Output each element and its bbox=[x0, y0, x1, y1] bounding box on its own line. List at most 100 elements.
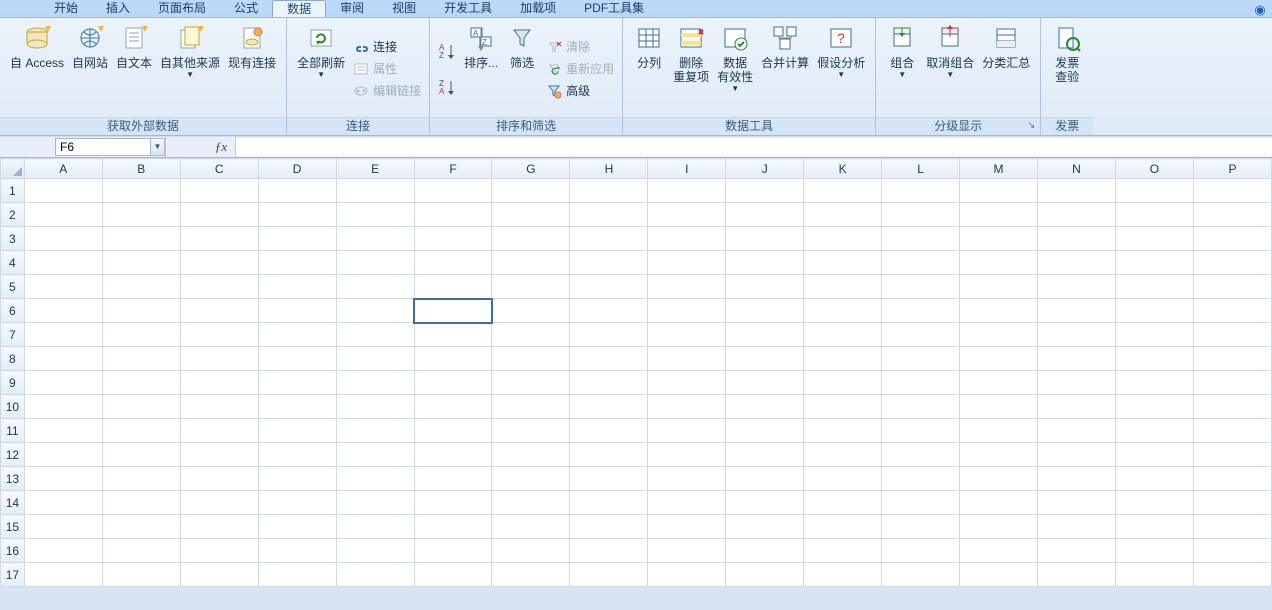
cell-D1[interactable] bbox=[258, 179, 336, 203]
cell-P15[interactable] bbox=[1193, 515, 1271, 539]
row-header-7[interactable]: 7 bbox=[1, 323, 25, 347]
cell-M7[interactable] bbox=[960, 323, 1038, 347]
col-header-M[interactable]: M bbox=[960, 159, 1038, 179]
cell-C16[interactable] bbox=[180, 539, 258, 563]
cell-M1[interactable] bbox=[960, 179, 1038, 203]
cell-F6[interactable] bbox=[414, 299, 492, 323]
cell-C8[interactable] bbox=[180, 347, 258, 371]
cell-N17[interactable] bbox=[1038, 563, 1116, 587]
cell-D16[interactable] bbox=[258, 539, 336, 563]
cell-B4[interactable] bbox=[102, 251, 180, 275]
cell-F16[interactable] bbox=[414, 539, 492, 563]
cell-H7[interactable] bbox=[570, 323, 648, 347]
cell-P10[interactable] bbox=[1193, 395, 1271, 419]
btn-4-1[interactable]: 取消组合 ▼ bbox=[922, 20, 978, 117]
cell-H10[interactable] bbox=[570, 395, 648, 419]
row-header-2[interactable]: 2 bbox=[1, 203, 25, 227]
cell-D7[interactable] bbox=[258, 323, 336, 347]
cell-I1[interactable] bbox=[648, 179, 726, 203]
cell-N1[interactable] bbox=[1038, 179, 1116, 203]
cell-A12[interactable] bbox=[24, 443, 102, 467]
cell-H6[interactable] bbox=[570, 299, 648, 323]
cell-P1[interactable] bbox=[1193, 179, 1271, 203]
cell-G2[interactable] bbox=[492, 203, 570, 227]
cell-C6[interactable] bbox=[180, 299, 258, 323]
cell-H12[interactable] bbox=[570, 443, 648, 467]
cell-K15[interactable] bbox=[804, 515, 882, 539]
cell-E10[interactable] bbox=[336, 395, 414, 419]
cell-N4[interactable] bbox=[1038, 251, 1116, 275]
tab-6[interactable]: 视图 bbox=[378, 0, 430, 17]
tab-7[interactable]: 开发工具 bbox=[430, 0, 506, 17]
cell-M9[interactable] bbox=[960, 371, 1038, 395]
cell-I13[interactable] bbox=[648, 467, 726, 491]
cell-M4[interactable] bbox=[960, 251, 1038, 275]
cell-D14[interactable] bbox=[258, 491, 336, 515]
cell-C17[interactable] bbox=[180, 563, 258, 587]
small-adv[interactable]: 高级 bbox=[544, 82, 616, 100]
cell-B16[interactable] bbox=[102, 539, 180, 563]
row-header-12[interactable]: 12 bbox=[1, 443, 25, 467]
col-header-B[interactable]: B bbox=[102, 159, 180, 179]
btn-2-1[interactable]: 筛选 bbox=[502, 20, 542, 117]
cell-D12[interactable] bbox=[258, 443, 336, 467]
cell-E4[interactable] bbox=[336, 251, 414, 275]
cell-L17[interactable] bbox=[882, 563, 960, 587]
cell-I3[interactable] bbox=[648, 227, 726, 251]
cell-F4[interactable] bbox=[414, 251, 492, 275]
row-header-10[interactable]: 10 bbox=[1, 395, 25, 419]
cell-B17[interactable] bbox=[102, 563, 180, 587]
cell-J6[interactable] bbox=[726, 299, 804, 323]
cell-O13[interactable] bbox=[1115, 467, 1193, 491]
cell-I4[interactable] bbox=[648, 251, 726, 275]
cell-I7[interactable] bbox=[648, 323, 726, 347]
spreadsheet-grid[interactable]: ABCDEFGHIJKLMNOP123456789101112131415161… bbox=[0, 158, 1272, 587]
cell-F8[interactable] bbox=[414, 347, 492, 371]
small-link[interactable]: 连接 bbox=[351, 38, 423, 56]
cell-P7[interactable] bbox=[1193, 323, 1271, 347]
row-header-13[interactable]: 13 bbox=[1, 467, 25, 491]
cell-G12[interactable] bbox=[492, 443, 570, 467]
cell-P12[interactable] bbox=[1193, 443, 1271, 467]
cell-F7[interactable] bbox=[414, 323, 492, 347]
cell-B9[interactable] bbox=[102, 371, 180, 395]
btn-0-2[interactable]: 自文本 bbox=[112, 20, 156, 117]
cell-H17[interactable] bbox=[570, 563, 648, 587]
cell-E13[interactable] bbox=[336, 467, 414, 491]
cell-J12[interactable] bbox=[726, 443, 804, 467]
row-header-3[interactable]: 3 bbox=[1, 227, 25, 251]
cell-P3[interactable] bbox=[1193, 227, 1271, 251]
col-header-G[interactable]: G bbox=[492, 159, 570, 179]
cell-D6[interactable] bbox=[258, 299, 336, 323]
cell-D17[interactable] bbox=[258, 563, 336, 587]
cell-D4[interactable] bbox=[258, 251, 336, 275]
cell-M13[interactable] bbox=[960, 467, 1038, 491]
cell-K8[interactable] bbox=[804, 347, 882, 371]
cell-P9[interactable] bbox=[1193, 371, 1271, 395]
cell-B11[interactable] bbox=[102, 419, 180, 443]
cell-H5[interactable] bbox=[570, 275, 648, 299]
cell-C2[interactable] bbox=[180, 203, 258, 227]
cell-O4[interactable] bbox=[1115, 251, 1193, 275]
cell-G17[interactable] bbox=[492, 563, 570, 587]
cell-E8[interactable] bbox=[336, 347, 414, 371]
cell-E12[interactable] bbox=[336, 443, 414, 467]
cell-A16[interactable] bbox=[24, 539, 102, 563]
cell-A13[interactable] bbox=[24, 467, 102, 491]
tab-5[interactable]: 审阅 bbox=[326, 0, 378, 17]
cell-C12[interactable] bbox=[180, 443, 258, 467]
btn-3-0[interactable]: 分列 bbox=[629, 20, 669, 117]
col-header-L[interactable]: L bbox=[882, 159, 960, 179]
cell-F12[interactable] bbox=[414, 443, 492, 467]
cell-J5[interactable] bbox=[726, 275, 804, 299]
cell-D13[interactable] bbox=[258, 467, 336, 491]
cell-D9[interactable] bbox=[258, 371, 336, 395]
cell-E17[interactable] bbox=[336, 563, 414, 587]
cell-K16[interactable] bbox=[804, 539, 882, 563]
cell-K12[interactable] bbox=[804, 443, 882, 467]
cell-L14[interactable] bbox=[882, 491, 960, 515]
cell-E2[interactable] bbox=[336, 203, 414, 227]
tab-8[interactable]: 加载项 bbox=[506, 0, 570, 17]
cell-H15[interactable] bbox=[570, 515, 648, 539]
sort-az[interactable]: AZ bbox=[436, 42, 456, 60]
